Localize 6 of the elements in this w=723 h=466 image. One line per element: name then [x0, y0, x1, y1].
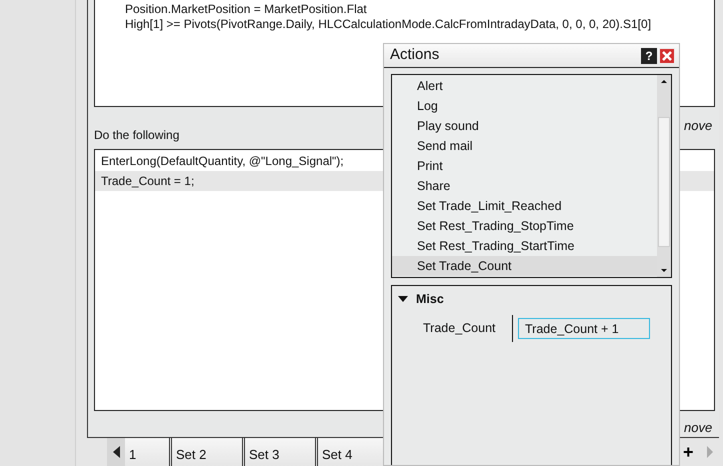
code-line: Position.MarketPosition = MarketPosition.Flat	[125, 2, 368, 17]
category-label: Misc	[416, 291, 444, 308]
code-line: High[1] >= Pivots(PivotRange.Daily, HLCCalculationMode.CalcFromIntradayData, 0, 0, 0, 20).S1[0]	[125, 17, 652, 32]
property-name: Trade_Count	[422, 320, 496, 337]
dialog-title: Actions	[390, 45, 440, 66]
section-label: Do the following	[94, 128, 180, 143]
